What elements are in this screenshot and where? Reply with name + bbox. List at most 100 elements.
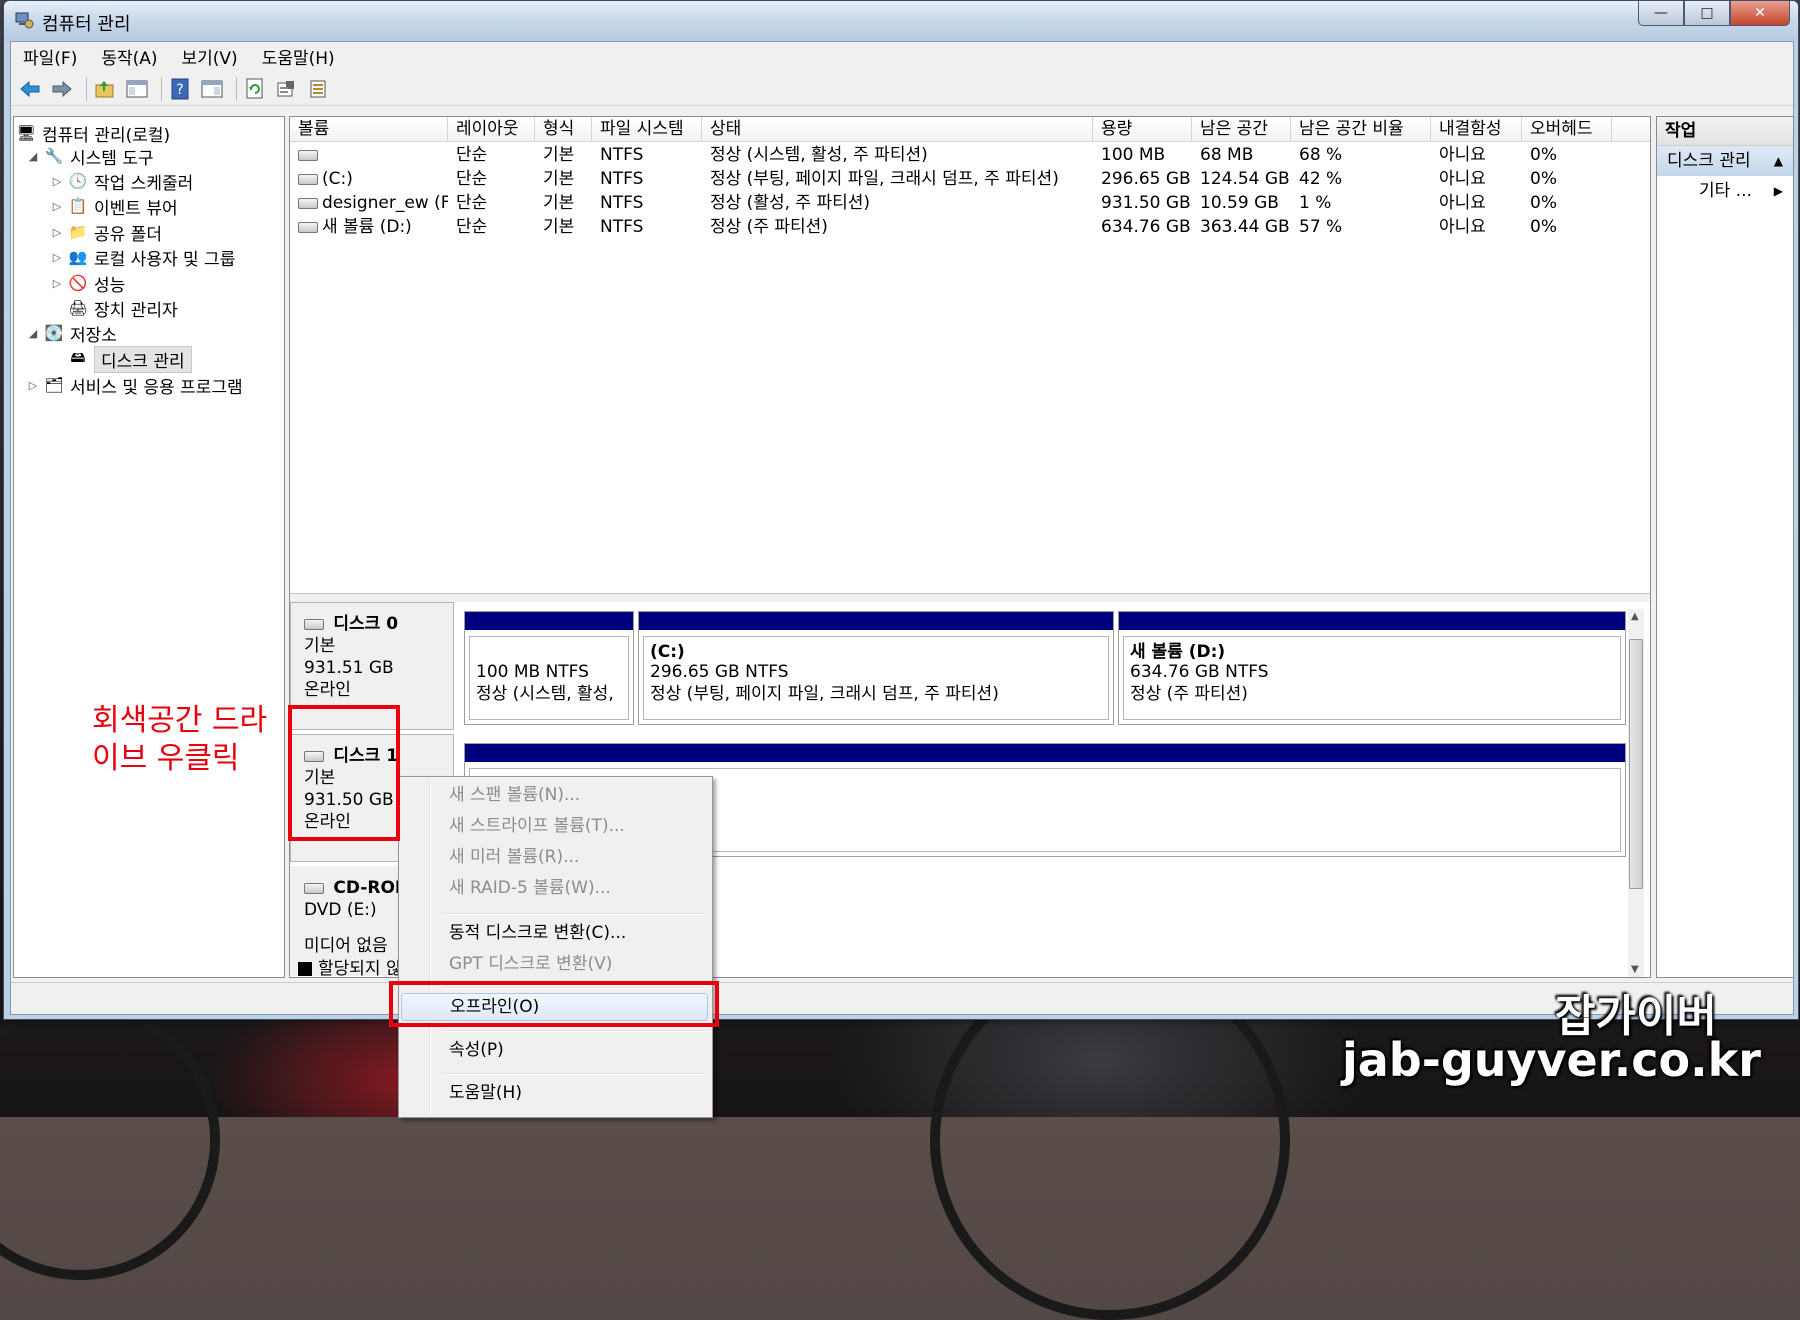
table-row[interactable]: designer_ew (F:) 단순 기본 NTFS 정상 (활성, 주 파티… xyxy=(290,191,1650,215)
cell-free-percent: 57 % xyxy=(1299,217,1343,237)
tree-item-storage[interactable]: ◢ 💽 저장소 xyxy=(26,321,117,346)
help-icon[interactable]: ? xyxy=(167,76,193,102)
menu-item-help[interactable]: 도움말(H) xyxy=(401,1079,708,1107)
menu-view[interactable]: 보기(V) xyxy=(170,44,250,69)
expand-icon[interactable]: ▷ xyxy=(50,277,64,290)
properties-icon[interactable] xyxy=(274,76,300,102)
expand-icon[interactable]: ▷ xyxy=(50,200,64,213)
back-icon[interactable] xyxy=(17,76,43,102)
disk-context-menu: 새 스팬 볼륨(N)... 새 스트라이프 볼륨(T)... 새 미러 볼륨(R… xyxy=(398,776,713,1118)
expand-icon[interactable]: ▷ xyxy=(50,226,64,239)
scroll-down-icon[interactable]: ▼ xyxy=(1631,964,1639,975)
annotation-highlight-offline xyxy=(389,981,719,1027)
toolbar-separator xyxy=(236,76,237,101)
expand-icon[interactable]: ▷ xyxy=(50,251,64,264)
export-icon[interactable] xyxy=(306,76,332,102)
cell-capacity: 296.65 GB xyxy=(1101,169,1191,189)
menu-help[interactable]: 도움말(H) xyxy=(250,44,347,69)
tree-item-local-users[interactable]: ▷ 👥 로컬 사용자 및 그룹 xyxy=(50,245,236,270)
cell-status: 정상 (부팅, 페이지 파일, 크래시 덤프, 주 파티션) xyxy=(710,169,1059,189)
menu-item-convert-gpt[interactable]: GPT 디스크로 변환(V) xyxy=(401,950,708,978)
cell-filesystem: NTFS xyxy=(600,193,644,213)
device-manager-icon: 🖨 xyxy=(68,299,88,317)
col-overhead[interactable]: 오버헤드 xyxy=(1522,117,1612,141)
tree-item-device-manager[interactable]: 🖨 장치 관리자 xyxy=(68,296,177,321)
tree-item-system-tools[interactable]: ◢ 🔧 시스템 도구 xyxy=(26,144,154,169)
cell-type: 기본 xyxy=(543,169,575,189)
partition-status: 정상 (주 파티션) xyxy=(1130,684,1248,704)
partition-title: 새 볼륨 (D:) xyxy=(1130,642,1226,662)
partition-system-reserved[interactable]: 100 MB NTFS 정상 (시스템, 활성, xyxy=(464,611,634,725)
cell-type: 기본 xyxy=(543,145,575,165)
menu-item-new-mirrored-volume[interactable]: 새 미러 볼륨(R)... xyxy=(401,843,708,871)
expand-icon[interactable]: ▷ xyxy=(26,379,40,392)
services-icon: 🗂 xyxy=(44,376,64,394)
tree-item-event-viewer[interactable]: ▷ 📋 이벤트 뷰어 xyxy=(50,194,178,219)
collapse-up-icon[interactable]: ▲ xyxy=(1774,146,1783,176)
col-filesystem[interactable]: 파일 시스템 xyxy=(592,117,702,141)
annotation-highlight-disk1 xyxy=(288,705,400,841)
disk-view-scrollbar[interactable]: ▲ ▼ xyxy=(1628,609,1644,977)
col-free-space[interactable]: 남은 공간 xyxy=(1192,117,1291,141)
tree-root[interactable]: 🖥 컴퓨터 관리(로컬) xyxy=(16,121,170,146)
tree-item-label: 저장소 xyxy=(70,325,117,346)
actions-more[interactable]: 기타 ... ▶ xyxy=(1657,176,1793,206)
cell-overhead: 0% xyxy=(1530,193,1557,213)
col-volume[interactable]: 볼륨 xyxy=(290,117,448,141)
scrollbar-thumb[interactable] xyxy=(1629,639,1643,889)
scroll-up-icon[interactable]: ▲ xyxy=(1631,611,1639,622)
title-bar[interactable]: 컴퓨터 관리 — □ ✕ xyxy=(4,1,1798,41)
col-capacity[interactable]: 용량 xyxy=(1093,117,1192,141)
cell-free-space: 10.59 GB xyxy=(1200,193,1279,213)
minimize-button[interactable]: — xyxy=(1638,1,1684,26)
up-folder-icon[interactable] xyxy=(92,76,118,102)
tree-item-task-scheduler[interactable]: ▷ 🕓 작업 스케줄러 xyxy=(50,169,193,194)
partition-d[interactable]: 새 볼륨 (D:) 634.76 GB NTFS 정상 (주 파티션) xyxy=(1118,611,1626,725)
expand-icon[interactable]: ▷ xyxy=(50,175,64,188)
collapse-icon[interactable]: ◢ xyxy=(26,150,40,163)
col-layout[interactable]: 레이아웃 xyxy=(448,117,535,141)
tree-item-performance[interactable]: ▷ 🚫 성능 xyxy=(50,271,126,296)
show-hide-action-icon[interactable] xyxy=(199,76,225,102)
actions-section-disk-management[interactable]: 디스크 관리 ▲ xyxy=(1657,146,1793,176)
cell-free-percent: 42 % xyxy=(1299,169,1343,189)
table-row[interactable]: 새 볼륨 (D:) 단순 기본 NTFS 정상 (주 파티션) 634.76 G… xyxy=(290,215,1650,239)
actions-header: 작업 xyxy=(1657,117,1793,146)
menu-separator xyxy=(443,913,706,915)
menu-item-new-spanned-volume[interactable]: 새 스팬 볼륨(N)... xyxy=(401,781,708,809)
window-controls: — □ ✕ xyxy=(1638,1,1790,26)
actions-pane: 작업 디스크 관리 ▲ 기타 ... ▶ xyxy=(1656,116,1794,978)
tree-item-services-apps[interactable]: ▷ 🗂 서비스 및 응용 프로그램 xyxy=(26,373,243,398)
menu-item-convert-dynamic[interactable]: 동적 디스크로 변환(C)... xyxy=(401,919,708,947)
col-type[interactable]: 형식 xyxy=(535,117,592,141)
close-button[interactable]: ✕ xyxy=(1730,1,1790,26)
tree-item-label: 공유 폴더 xyxy=(94,224,162,245)
menu-file[interactable]: 파일(F) xyxy=(11,44,89,69)
menu-item-properties[interactable]: 속성(P) xyxy=(401,1036,708,1064)
cell-layout: 단순 xyxy=(456,217,488,237)
maximize-button[interactable]: □ xyxy=(1684,1,1730,26)
partition-c[interactable]: (C:) 296.65 GB NTFS 정상 (부팅, 페이지 파일, 크래시 … xyxy=(638,611,1114,725)
show-hide-tree-icon[interactable] xyxy=(124,76,150,102)
tree-item-disk-management[interactable]: 🖴 디스크 관리 xyxy=(68,345,192,373)
col-free-percent[interactable]: 남은 공간 비율 xyxy=(1291,117,1431,141)
cell-volume: designer_ew (F:) xyxy=(290,191,448,215)
volume-icon xyxy=(298,173,318,185)
watermark-url: jab-guyver.co.kr xyxy=(1342,1033,1761,1087)
col-status[interactable]: 상태 xyxy=(702,117,1093,141)
menu-item-new-raid5-volume[interactable]: 새 RAID-5 볼륨(W)... xyxy=(401,874,708,902)
partition-title xyxy=(476,641,622,661)
menu-action[interactable]: 동작(A) xyxy=(89,44,169,69)
menu-separator xyxy=(443,1030,706,1032)
cell-free-percent: 1 % xyxy=(1299,193,1332,213)
col-fault-tolerance[interactable]: 내결함성 xyxy=(1431,117,1522,141)
collapse-icon[interactable]: ◢ xyxy=(26,327,40,340)
menu-item-new-striped-volume[interactable]: 새 스트라이프 볼륨(T)... xyxy=(401,812,708,840)
cell-fault-tolerance: 아니요 xyxy=(1439,217,1486,237)
tree-item-shared-folders[interactable]: ▷ 📁 공유 폴더 xyxy=(50,220,162,245)
menu-bar: 파일(F) 동작(A) 보기(V) 도움말(H) xyxy=(11,42,1793,70)
table-row[interactable]: (C:) 단순 기본 NTFS 정상 (부팅, 페이지 파일, 크래시 덤프, … xyxy=(290,167,1650,191)
table-row[interactable]: 단순 기본 NTFS 정상 (시스템, 활성, 주 파티션) 100 MB 68… xyxy=(290,143,1650,167)
forward-icon[interactable] xyxy=(49,76,75,102)
refresh-icon[interactable] xyxy=(242,76,268,102)
